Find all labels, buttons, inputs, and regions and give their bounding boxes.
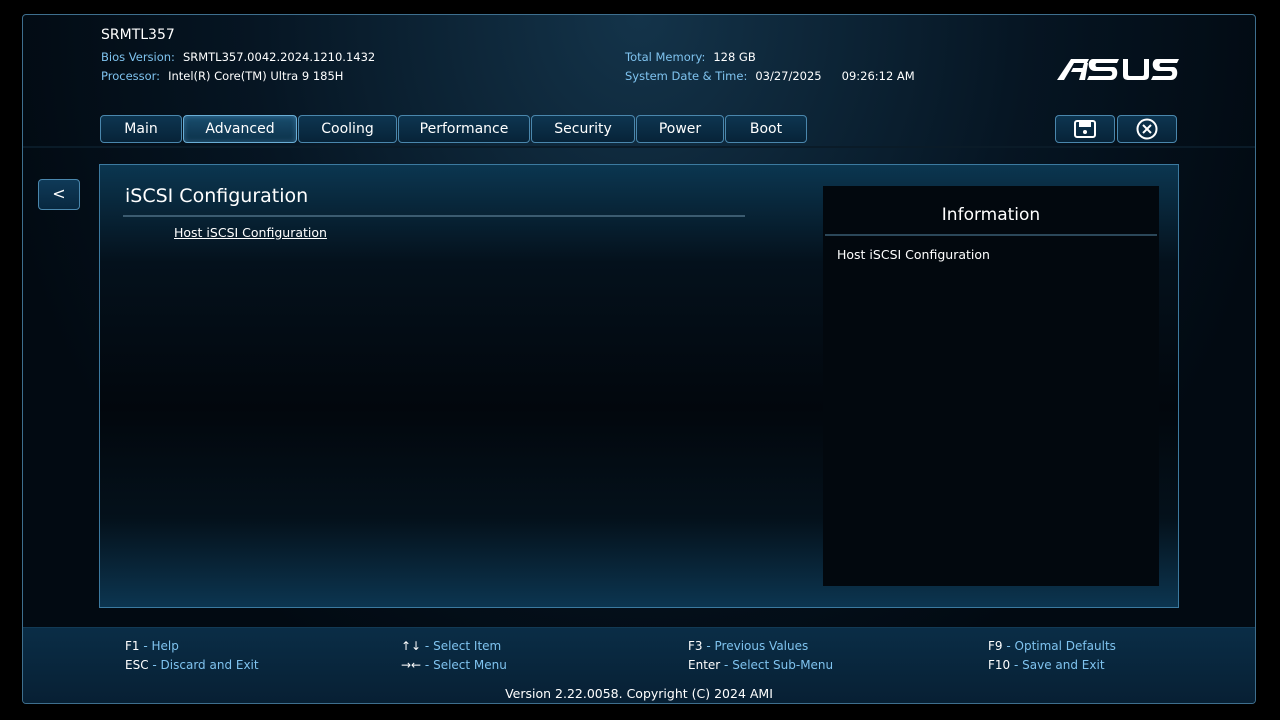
hotkey-f1: F1 - Help [125, 639, 179, 653]
hotkey-key: F1 [125, 639, 140, 653]
processor-label: Processor: [101, 69, 161, 83]
system-model: SRMTL357 [101, 27, 175, 43]
tab-security[interactable]: Security [531, 115, 635, 143]
tab-cooling[interactable]: Cooling [298, 115, 397, 143]
hotkey-desc: Optimal Defaults [1014, 639, 1116, 653]
time-value: 09:26:12 AM [841, 69, 915, 83]
bios-version-label: Bios Version: [101, 50, 175, 64]
information-title: Information [941, 205, 1041, 225]
tab-main[interactable]: Main [100, 115, 182, 143]
content-panel: iSCSI Configuration Host iSCSI Configura… [99, 164, 1179, 608]
hotkey-key: ESC [125, 658, 149, 672]
information-text: Host iSCSI Configuration [837, 247, 990, 262]
hotkey-select-menu: →← - Select Menu [401, 658, 507, 672]
bios-window: SRMTL357 Bios Version: SRMTL357.0042.2024… [22, 14, 1256, 704]
hotkey-desc: Select Sub-Menu [732, 658, 834, 672]
hotkey-select-item: ↑↓ - Select Item [401, 639, 502, 653]
hotkey-desc: Help [151, 639, 179, 653]
exit-button[interactable] [1117, 115, 1177, 143]
total-memory: Total Memory: 128 GB [625, 50, 756, 64]
hotkey-key: →← [401, 658, 422, 672]
close-circle-icon [1136, 118, 1158, 140]
information-panel: Information Host iSCSI Configuration [823, 186, 1159, 586]
hotkey-key: ↑↓ [401, 639, 422, 653]
tab-power[interactable]: Power [636, 115, 724, 143]
hotkey-desc: Previous Values [714, 639, 809, 653]
hotkey-key: Enter [688, 658, 721, 672]
system-date-time: System Date & Time: 03/27/2025 09:26:12 AM [625, 69, 915, 83]
footer: F1 - Help ESC - Discard and Exit ↑↓ - Se… [23, 627, 1255, 703]
hotkey-desc: Discard and Exit [160, 658, 259, 672]
save-icon [1074, 120, 1096, 138]
page-title: iSCSI Configuration [125, 185, 309, 207]
hotkey-key: F3 [688, 639, 703, 653]
memory-label: Total Memory: [625, 50, 706, 64]
hotkey-enter: Enter - Select Sub-Menu [688, 658, 834, 672]
bios-version-value: SRMTL357.0042.2024.1210.1432 [182, 50, 376, 64]
title-divider [123, 215, 745, 217]
datetime-label: System Date & Time: [625, 69, 748, 83]
date-value: 03/27/2025 [755, 69, 822, 83]
header-divider [23, 146, 1255, 148]
tab-boot[interactable]: Boot [725, 115, 807, 143]
version-copyright: Version 2.22.0058. Copyright (C) 2024 AM… [505, 686, 773, 701]
hotkey-esc: ESC - Discard and Exit [125, 658, 259, 672]
save-button[interactable] [1055, 115, 1115, 143]
header: SRMTL357 Bios Version: SRMTL357.0042.2024… [23, 15, 1255, 150]
hotkey-key: F9 [988, 639, 1003, 653]
hotkey-f3: F3 - Previous Values [688, 639, 809, 653]
memory-value: 128 GB [713, 50, 756, 64]
hotkey-key: F10 [988, 658, 1011, 672]
hotkey-f9: F9 - Optimal Defaults [988, 639, 1116, 653]
hotkey-desc: Select Item [433, 639, 502, 653]
bios-version: Bios Version: SRMTL357.0042.2024.1210.143… [101, 50, 375, 64]
hotkey-desc: Select Menu [433, 658, 507, 672]
processor-value: Intel(R) Core(TM) Ultra 9 185H [168, 69, 344, 83]
tab-performance[interactable]: Performance [398, 115, 530, 143]
back-button[interactable]: < [38, 179, 80, 210]
hotkey-f10: F10 - Save and Exit [988, 658, 1105, 672]
host-iscsi-configuration-link[interactable]: Host iSCSI Configuration [174, 225, 327, 240]
asus-logo-icon [1057, 59, 1179, 80]
information-divider [825, 234, 1157, 236]
tab-advanced[interactable]: Advanced [183, 115, 297, 143]
processor: Processor: Intel(R) Core(TM) Ultra 9 185H [101, 69, 343, 83]
hotkey-desc: Save and Exit [1022, 658, 1105, 672]
asus-logo [1057, 57, 1179, 85]
